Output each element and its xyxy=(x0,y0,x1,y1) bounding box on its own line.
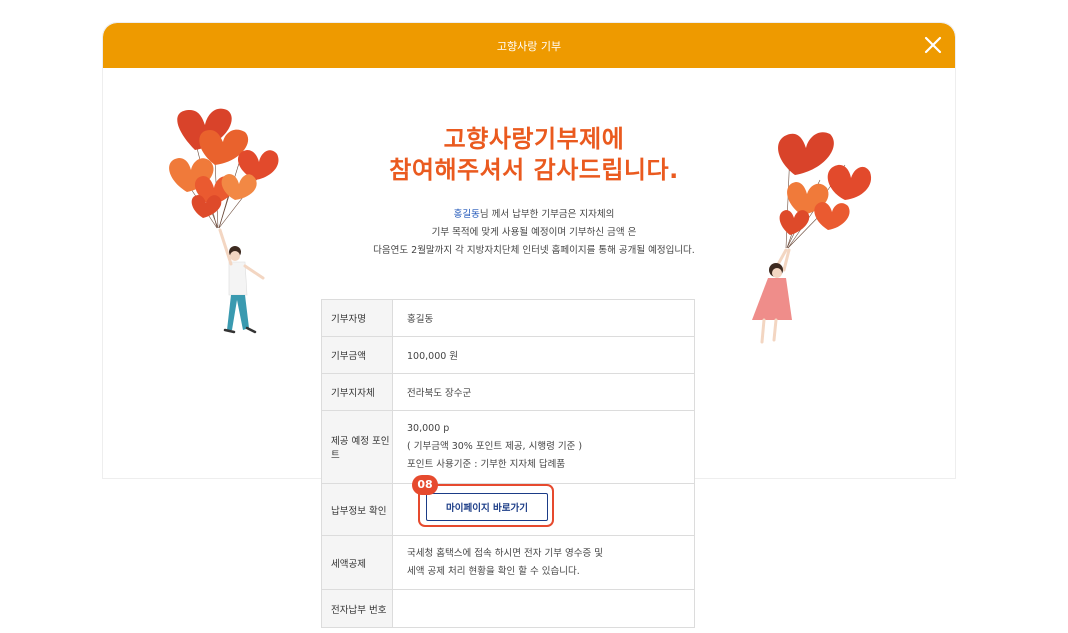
row-label: 전자납부 번호 xyxy=(321,589,393,628)
donation-amount-value: 100,000 원 xyxy=(392,336,695,374)
donation-info-table: 기부자명 홍길동 기부금액 100,000 원 기부지자체 전라북도 장수군 제… xyxy=(321,299,695,628)
table-row: 제공 예정 포인트 30,000 p ( 기부금액 30% 포인트 제공, 시행… xyxy=(321,410,695,484)
step-badge: 08 xyxy=(412,475,438,495)
row-label: 납부정보 확인 xyxy=(321,483,393,536)
message-line-1-rest: 님 께서 납부한 기부금은 지자체의 xyxy=(479,209,615,220)
table-row: 세액공제 국세청 홈택스에 접속 하시면 전자 기부 영수증 및 세액 공제 처… xyxy=(321,535,695,590)
points-amount: 30,000 p xyxy=(407,423,450,434)
points-usage: 포인트 사용기준 : 기부한 지자체 답례품 xyxy=(407,459,566,470)
tax-line-2: 세액 공제 처리 현황을 확인 할 수 있습니다. xyxy=(407,565,580,577)
donor-name: 홍길동 xyxy=(453,209,480,220)
e-payment-number-value xyxy=(392,589,695,628)
thank-you-headline: 고향사랑기부제에 참여해주셔서 감사드립니다. xyxy=(0,124,1068,186)
message-line-1: 홍길동님 께서 납부한 기부금은 지자체의 xyxy=(0,206,1068,224)
table-row: 기부지자체 전라북도 장수군 xyxy=(321,373,695,411)
table-row: 기부자명 홍길동 xyxy=(321,299,695,337)
row-label: 제공 예정 포인트 xyxy=(321,410,393,484)
row-label: 기부지자체 xyxy=(321,373,393,411)
message-line-3: 다음연도 2월말까지 각 지방자치단체 인터넷 홈페이지를 통해 공개될 예정입… xyxy=(373,245,695,256)
tax-line-1: 국세청 홈택스에 접속 하시면 전자 기부 영수증 및 xyxy=(407,547,603,559)
points-note: ( 기부금액 30% 포인트 제공, 시행령 기준 ) xyxy=(407,441,583,452)
municipality-value: 전라북도 장수군 xyxy=(392,373,695,411)
modal-title: 고향사랑 기부 xyxy=(496,39,562,53)
tax-deduction-value: 국세청 홈택스에 접속 하시면 전자 기부 영수증 및 세액 공제 처리 현황을… xyxy=(392,535,695,590)
points-value: 30,000 p ( 기부금액 30% 포인트 제공, 시행령 기준 ) 포인트… xyxy=(392,410,695,484)
modal-header: 고향사랑 기부 xyxy=(103,23,955,68)
headline-line-2: 참여해주셔서 감사드립니다. xyxy=(389,156,679,184)
headline-line-1: 고향사랑기부제에 xyxy=(443,125,625,153)
mypage-button[interactable]: 마이페이지 바로가기 xyxy=(426,493,548,521)
table-row: 전자납부 번호 xyxy=(321,589,695,628)
donor-name-value: 홍길동 xyxy=(392,299,695,337)
message-line-2: 기부 목적에 맞게 사용될 예정이며 기부하신 금액 은 xyxy=(431,227,637,238)
row-label: 세액공제 xyxy=(321,535,393,590)
close-icon[interactable] xyxy=(924,36,942,54)
row-label: 기부금액 xyxy=(321,336,393,374)
row-label: 기부자명 xyxy=(321,299,393,337)
table-row: 기부금액 100,000 원 xyxy=(321,336,695,374)
donation-message: 홍길동님 께서 납부한 기부금은 지자체의 기부 목적에 맞게 사용될 예정이며… xyxy=(0,206,1068,260)
